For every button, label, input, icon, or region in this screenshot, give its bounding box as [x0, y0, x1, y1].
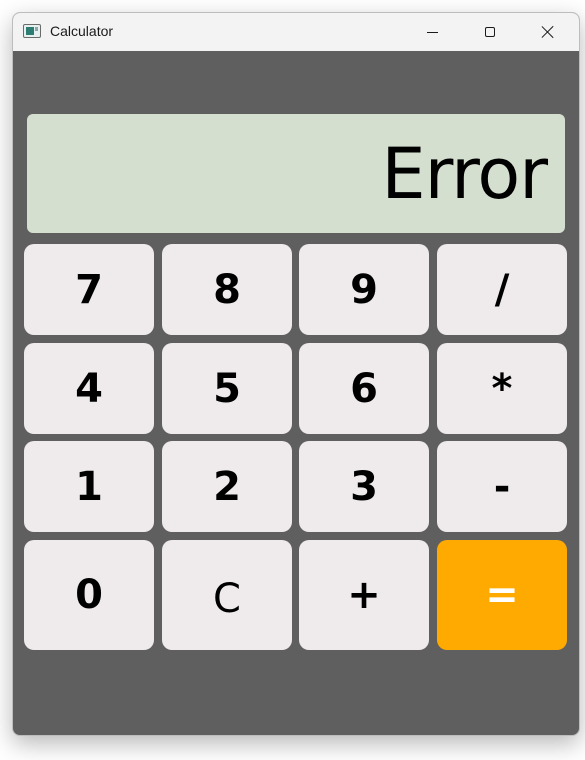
- close-button[interactable]: [519, 13, 577, 51]
- key-8[interactable]: 8: [162, 244, 292, 335]
- key-subtract[interactable]: -: [437, 441, 567, 532]
- key-divide[interactable]: /: [437, 244, 567, 335]
- key-2[interactable]: 2: [162, 441, 292, 532]
- key-3[interactable]: 3: [299, 441, 429, 532]
- close-icon: [541, 25, 555, 39]
- key-6[interactable]: 6: [299, 343, 429, 434]
- key-clear[interactable]: C: [162, 540, 292, 650]
- key-9[interactable]: 9: [299, 244, 429, 335]
- calculator-display: Error: [27, 114, 565, 233]
- key-4[interactable]: 4: [24, 343, 154, 434]
- maximize-button[interactable]: [461, 13, 519, 51]
- key-0[interactable]: 0: [24, 540, 154, 650]
- title-bar[interactable]: Calculator: [13, 13, 579, 51]
- calculator-window: Calculator Error 7 8 9 / 4 5 6 * 1 2 3 -…: [12, 12, 580, 736]
- calculator-app-icon: [23, 24, 41, 38]
- display-value: Error: [381, 132, 548, 215]
- window-title: Calculator: [50, 23, 114, 39]
- maximize-icon: [485, 27, 495, 37]
- minimize-icon: [426, 31, 438, 33]
- key-7[interactable]: 7: [24, 244, 154, 335]
- minimize-button[interactable]: [403, 13, 461, 51]
- key-1[interactable]: 1: [24, 441, 154, 532]
- key-equals[interactable]: =: [437, 540, 567, 650]
- key-multiply[interactable]: *: [437, 343, 567, 434]
- key-add[interactable]: +: [299, 540, 429, 650]
- key-5[interactable]: 5: [162, 343, 292, 434]
